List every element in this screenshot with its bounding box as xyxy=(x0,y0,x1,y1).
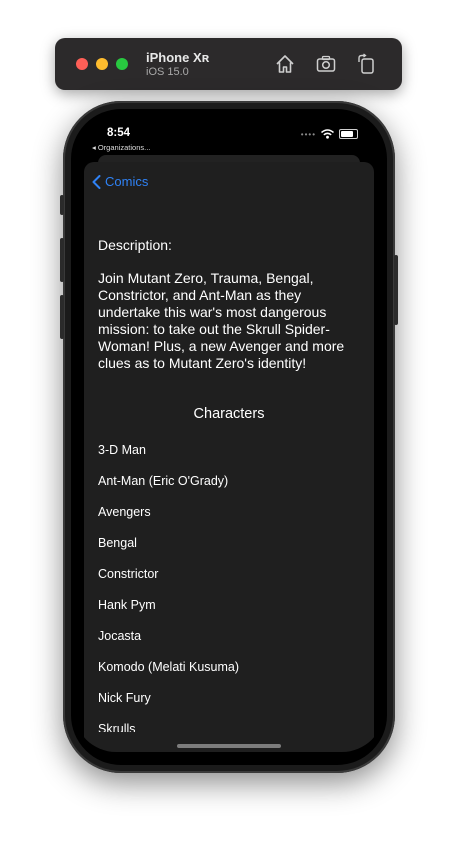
os-version: iOS 15.0 xyxy=(146,66,189,78)
status-time: 8:54 xyxy=(107,127,131,139)
close-window-button[interactable] xyxy=(76,58,88,70)
list-item: 3-D Man xyxy=(98,443,146,457)
volume-up-button xyxy=(60,238,64,282)
list-item: Skrulls xyxy=(98,722,136,732)
list-item: Komodo (Melati Kusuma) xyxy=(98,660,240,674)
minimize-window-button[interactable] xyxy=(96,58,108,70)
character-list[interactable]: 3-D Man Ant-Man (Eric O'Grady) Avengers … xyxy=(98,443,360,732)
wifi-icon xyxy=(321,129,334,139)
camera-icon[interactable] xyxy=(315,53,337,75)
simulator-toolbar: iPhone Xʀ iOS 15.0 xyxy=(55,38,402,90)
status-icons: •••• xyxy=(301,129,358,139)
power-button xyxy=(394,255,398,325)
chevron-left-icon xyxy=(92,174,101,189)
list-item: Nick Fury xyxy=(98,691,151,705)
zoom-window-button[interactable] xyxy=(116,58,128,70)
description-text: Join Mutant Zero, Trauma, Bengal, Constr… xyxy=(98,270,345,371)
volume-down-button xyxy=(60,295,64,339)
rotate-icon[interactable] xyxy=(355,53,377,75)
battery-icon xyxy=(339,129,358,139)
silent-switch xyxy=(60,195,64,215)
back-button[interactable]: Comics xyxy=(92,174,148,189)
back-to-app-link[interactable]: ◂ Organizations... xyxy=(92,143,150,152)
cellular-signal-icon: •••• xyxy=(300,129,316,139)
home-indicator[interactable] xyxy=(177,744,281,748)
list-item: Ant-Man (Eric O'Grady) xyxy=(98,474,229,488)
device-name: iPhone Xʀ xyxy=(146,50,210,65)
description-label: Description: xyxy=(98,237,172,253)
characters-title: Characters xyxy=(193,406,265,422)
device-screen: 8:54 ◂ Organizations... •••• Comics Desc… xyxy=(74,112,384,752)
list-item: Hank Pym xyxy=(98,598,156,612)
comic-detail-sheet: Comics Description: Join Mutant Zero, Tr… xyxy=(84,162,374,752)
home-icon[interactable] xyxy=(274,53,296,75)
list-item: Avengers xyxy=(98,505,151,519)
list-item: Constrictor xyxy=(98,567,159,581)
back-button-label: Comics xyxy=(105,174,149,189)
list-item: Jocasta xyxy=(98,629,142,643)
list-item: Bengal xyxy=(98,536,137,550)
